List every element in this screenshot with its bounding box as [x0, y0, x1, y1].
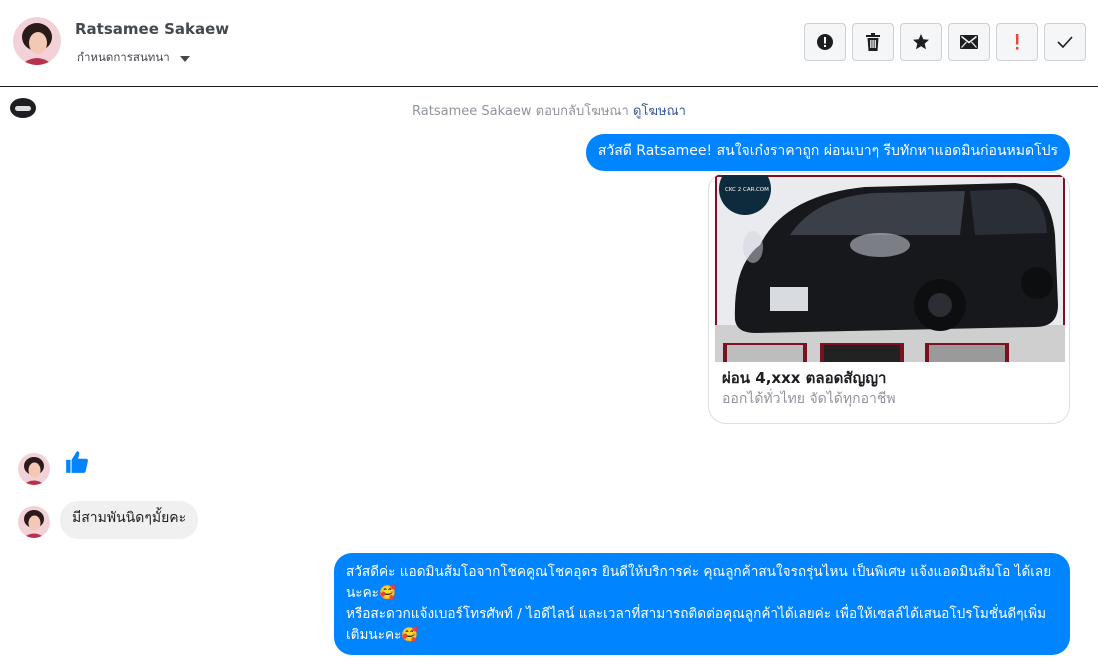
customer-message: มีสามพันนิดๆมั้ยคะ — [60, 501, 199, 539]
spam-button[interactable] — [804, 23, 846, 61]
checkmark-icon — [1057, 36, 1073, 48]
admin-reply-line: สวัสดีค่ะ แอดมินส้มโอจากโชคคูณโชคอุดร ยิ… — [346, 564, 1052, 601]
conversation-toolbar — [804, 23, 1086, 61]
ad-card-title: ผ่อน 4,xxx ตลอดสัญญา — [722, 369, 887, 387]
ad-greeting-message: สวัสดี Ratsamee! สนใจเก๋งราคาถูก ผ่อนเบา… — [585, 134, 1070, 171]
admin-reply-message: สวัสดีค่ะ แอดมินส้มโอจากโชคคูณโชคอุดร ยิ… — [334, 553, 1070, 655]
envelope-icon — [960, 35, 978, 49]
star-icon — [913, 34, 929, 50]
assign-conversation-dropdown[interactable]: กำหนดการสนทนา — [77, 49, 190, 67]
ad-reply-notice-text: Ratsamee Sakaew ตอบกลับโฆษณา — [412, 104, 629, 119]
contact-avatar[interactable] — [13, 17, 61, 65]
admin-reply-line: หรือสะดวกแจ้งเบอร์โทรศัพท์ / ไอดีไลน์ แล… — [346, 606, 1047, 643]
contact-avatar-small — [18, 506, 50, 538]
mark-unread-button[interactable] — [948, 23, 990, 61]
contact-avatar-small — [18, 453, 50, 485]
caret-down-icon — [179, 55, 190, 62]
ad-card-subtitle: ออกได้ทั่วไทย จัดได้ทุกอาชีพ — [722, 391, 896, 407]
exclamation-icon — [1016, 34, 1019, 50]
follow-up-button[interactable] — [996, 23, 1038, 61]
ad-watermark: CKC 2 CAR.COM — [725, 187, 769, 193]
conversation-header: Ratsamee Sakaew กำหนดการสนทนา — [0, 0, 1098, 87]
contact-name: Ratsamee Sakaew — [75, 20, 230, 38]
ad-reply-notice: Ratsamee Sakaew ตอบกลับโฆษณา ดูโฆษณา — [0, 100, 1098, 121]
trash-icon — [866, 33, 880, 51]
delete-button[interactable] — [852, 23, 894, 61]
done-button[interactable] — [1044, 23, 1086, 61]
thumbs-up-icon — [64, 449, 90, 479]
ad-car-image[interactable]: CKC 2 CAR.COM — [715, 175, 1065, 362]
star-button[interactable] — [900, 23, 942, 61]
assign-label: กำหนดการสนทนา — [77, 50, 170, 64]
alert-circle-icon — [817, 34, 833, 50]
ad-card[interactable]: CKC 2 CAR.COM ผ่อน 4,xxx ตลอดสัญญา ออกได… — [708, 172, 1070, 424]
view-ad-link[interactable]: ดูโฆษณา — [633, 104, 686, 119]
